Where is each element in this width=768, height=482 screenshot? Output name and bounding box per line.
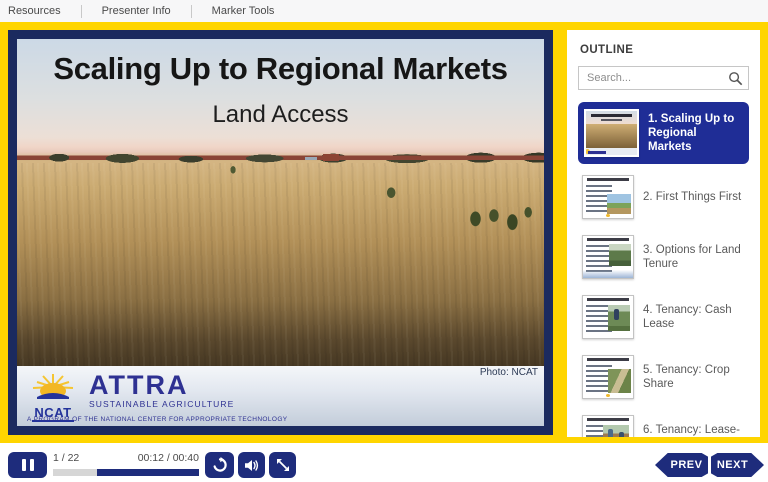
weeds-graphic [17, 39, 544, 366]
fullscreen-button[interactable] [269, 452, 296, 478]
slide-canvas: Scaling Up to Regional Markets Land Acce… [17, 39, 544, 426]
logo-row: NCAT ATTRA SUSTAINABLE AGRICULTURE [27, 373, 234, 422]
next-button[interactable]: NEXT [711, 452, 764, 478]
replay-button[interactable] [205, 452, 234, 478]
outline-item-label: 3. Options for Land Tenure [643, 243, 745, 271]
outline-list: 1. Scaling Up to Regional Markets 2. Fir… [578, 102, 749, 437]
progress-fill [97, 469, 199, 476]
outline-item-5[interactable]: 5. Tenancy: Crop Share [578, 350, 749, 404]
outline-item-label: 1. Scaling Up to Regional Markets [648, 112, 743, 154]
pause-icon [22, 459, 34, 471]
attra-logo: ATTRA SUSTAINABLE AGRICULTURE [89, 373, 234, 409]
slide-thumbnail-4 [582, 295, 634, 339]
outline-searchbox [578, 66, 749, 90]
volume-button[interactable] [238, 452, 265, 478]
outline-item-4[interactable]: 4. Tenancy: Cash Lease [578, 290, 749, 344]
menu-presenter-info[interactable]: Presenter Info [92, 5, 181, 17]
outline-item-1[interactable]: 1. Scaling Up to Regional Markets [578, 102, 749, 164]
volume-icon [244, 458, 259, 473]
photo-credit: Photo: NCAT [480, 367, 538, 378]
sun-icon [29, 373, 77, 399]
stage: Scaling Up to Regional Markets Land Acce… [0, 22, 768, 443]
counter-row: 1 / 22 00:12 / 00:40 [53, 452, 199, 464]
slide-subtitle: Land Access [17, 101, 544, 129]
slide-thumbnail-3 [582, 235, 634, 279]
menu-divider [191, 5, 192, 18]
prev-button[interactable]: PREV [655, 452, 708, 478]
menu-marker-tools[interactable]: Marker Tools [202, 5, 285, 17]
attra-wordmark: ATTRA [89, 373, 234, 397]
outline-item-label: 5. Tenancy: Crop Share [643, 363, 745, 391]
outline-sidebar: OUTLINE 1. Scaling Up to Regional Market… [567, 30, 760, 437]
slide-thumbnail-6 [582, 415, 634, 437]
search-icon[interactable] [728, 71, 743, 86]
slide-title: Scaling Up to Regional Markets [17, 51, 544, 87]
ncat-tagline: A PROGRAM OF THE NATIONAL CENTER FOR APP… [27, 416, 288, 423]
slide-thumbnail-1 [584, 109, 639, 157]
slide-thumbnail-5 [582, 355, 634, 399]
fullscreen-icon [276, 458, 290, 472]
field-photo: Scaling Up to Regional Markets Land Acce… [17, 39, 544, 366]
menu-resources[interactable]: Resources [8, 5, 71, 17]
player-controls: 1 / 22 00:12 / 00:40 PRE [0, 443, 768, 482]
menu-divider [81, 5, 82, 18]
slide-counter: 1 / 22 [53, 452, 79, 464]
outline-item-2[interactable]: 2. First Things First [578, 170, 749, 224]
logo-strip: Photo: NCAT [17, 366, 544, 426]
outline-item-label: 6. Tenancy: Lease-to-Own [643, 423, 745, 437]
course-player: Resources Presenter Info Marker Tools Sc… [0, 0, 768, 482]
outline-item-3[interactable]: 3. Options for Land Tenure [578, 230, 749, 284]
attra-subtitle: SUSTAINABLE AGRICULTURE [89, 399, 234, 409]
outline-item-label: 2. First Things First [643, 190, 741, 204]
time-display: 00:12 / 00:40 [138, 452, 199, 464]
ncat-logo: NCAT [27, 373, 79, 422]
search-input[interactable] [579, 67, 748, 89]
outline-item-label: 4. Tenancy: Cash Lease [643, 303, 745, 331]
outline-header: OUTLINE [580, 44, 749, 56]
seekbar[interactable] [53, 469, 199, 476]
pause-button[interactable] [8, 452, 47, 478]
slide-frame: Scaling Up to Regional Markets Land Acce… [8, 30, 553, 435]
outline-item-6[interactable]: 6. Tenancy: Lease-to-Own [578, 410, 749, 437]
slide-thumbnail-2 [582, 175, 634, 219]
replay-icon [212, 457, 228, 473]
top-menubar: Resources Presenter Info Marker Tools [0, 0, 768, 22]
